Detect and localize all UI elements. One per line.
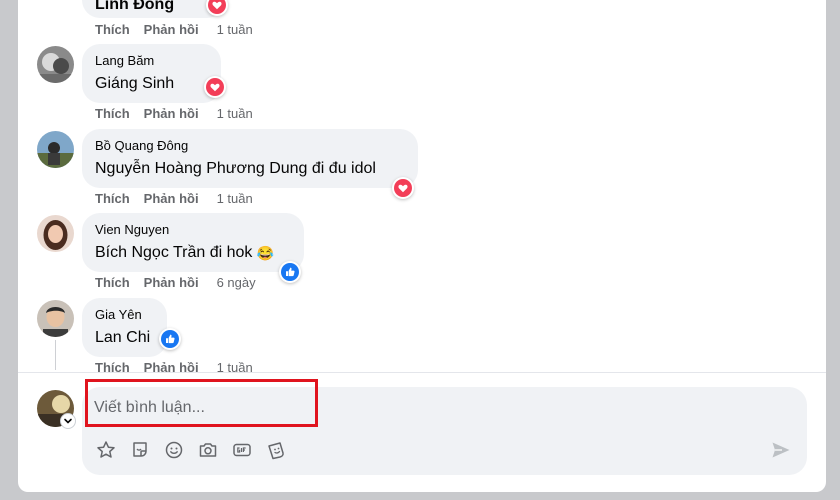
comment-text: Lan Chi <box>95 327 155 348</box>
comment-rest: đi hok <box>205 244 253 261</box>
gif-button[interactable] <box>232 440 252 460</box>
chevron-down-icon <box>64 418 72 424</box>
comment-rest: đi đu idol <box>307 160 376 177</box>
comment-bubble: Linh Đông <box>82 0 225 18</box>
sticker-button[interactable] <box>130 440 150 460</box>
like-link[interactable]: Thích <box>95 106 130 121</box>
comment-time[interactable]: 1 tuần <box>217 191 253 206</box>
thumbs-up-icon <box>281 263 299 281</box>
heart-icon <box>206 78 224 96</box>
comment-bubble: Lang Băm Giáng Sinh <box>82 44 221 103</box>
composer-divider <box>18 372 826 373</box>
gif-icon <box>233 443 251 457</box>
comment-time[interactable]: 6 ngày <box>217 275 256 290</box>
comment-actions: Thích Phản hồi 1 tuần <box>95 106 253 122</box>
like-link[interactable]: Thích <box>95 275 130 290</box>
comment-text: Giáng Sinh <box>95 73 209 94</box>
heart-reaction[interactable] <box>204 76 226 98</box>
heart-icon <box>208 0 226 14</box>
comment-time[interactable]: 1 tuần <box>217 22 253 37</box>
avatar[interactable] <box>37 131 74 168</box>
comment-author[interactable]: Vien Nguyen <box>95 222 292 238</box>
avatar[interactable] <box>37 46 74 83</box>
comment-time[interactable]: 1 tuần <box>217 106 253 121</box>
camera-icon <box>199 443 217 457</box>
comment-actions: Thích Phản hồi 6 ngày <box>95 275 256 291</box>
photo-button[interactable] <box>198 440 218 460</box>
heart-reaction[interactable] <box>392 177 414 199</box>
mention-link[interactable]: Nguyễn Hoàng Phương Dung <box>95 160 307 177</box>
laughing-emoji-icon: 😂 <box>256 245 275 261</box>
comment-bubble: Bồ Quang Đông Nguyễn Hoàng Phương Dung đ… <box>82 129 418 188</box>
composer-tools <box>96 440 286 460</box>
mention-link[interactable]: Lan Chi <box>95 329 150 346</box>
comment-text: Nguyễn Hoàng Phương Dung đi đu idol <box>95 158 406 179</box>
avatar[interactable] <box>37 300 74 337</box>
comment-author[interactable]: Gia Yên <box>95 307 155 323</box>
like-reaction[interactable] <box>159 328 181 350</box>
reply-link[interactable]: Phản hồi <box>144 106 199 121</box>
avatar[interactable] <box>37 215 74 252</box>
sticker-alt-icon <box>268 442 284 460</box>
send-icon <box>772 442 790 458</box>
heart-icon <box>394 179 412 197</box>
comment-text: Bích Ngọc Trần đi hok 😂 <box>95 242 292 264</box>
sticker-alt-button[interactable] <box>266 440 286 460</box>
input-highlight-box <box>85 379 318 427</box>
comment-bubble: Vien Nguyen Bích Ngọc Trần đi hok 😂 <box>82 213 304 272</box>
avatar-sticker-icon <box>97 441 115 458</box>
comment-actions: Thích Phản hồi 1 tuần <box>95 22 253 38</box>
sticker-icon <box>133 442 147 457</box>
comment-text: Linh Đông <box>95 0 175 13</box>
emoji-button[interactable] <box>164 440 184 460</box>
send-button[interactable] <box>770 439 792 461</box>
heart-reaction[interactable] <box>206 0 228 16</box>
like-link[interactable]: Thích <box>95 191 130 206</box>
thread-line <box>55 340 56 370</box>
thumbs-up-icon <box>161 330 179 348</box>
mention-link[interactable]: Giáng Sinh <box>95 75 174 92</box>
comment-bubble: Gia Yên Lan Chi <box>82 298 167 357</box>
like-reaction[interactable] <box>279 261 301 283</box>
mention-link[interactable]: Bích Ngọc Trần <box>95 244 205 261</box>
comment-author[interactable]: Bồ Quang Đông <box>95 138 406 154</box>
like-link[interactable]: Thích <box>95 22 130 37</box>
reply-link[interactable]: Phản hồi <box>144 275 199 290</box>
reply-link[interactable]: Phản hồi <box>144 22 199 37</box>
comment-actions: Thích Phản hồi 1 tuần <box>95 191 253 207</box>
comment-author[interactable]: Lang Băm <box>95 53 209 69</box>
avatar-sticker-button[interactable] <box>96 440 116 460</box>
emoji-icon <box>165 441 183 459</box>
comment-actions: Thích Phản hồi 1 tuần <box>95 360 253 376</box>
comments-panel: Linh Đông Thích Phản hồi 1 tuần Lang Băm G… <box>18 0 826 492</box>
reply-link[interactable]: Phản hồi <box>144 191 199 206</box>
account-switch-button[interactable] <box>60 413 76 429</box>
